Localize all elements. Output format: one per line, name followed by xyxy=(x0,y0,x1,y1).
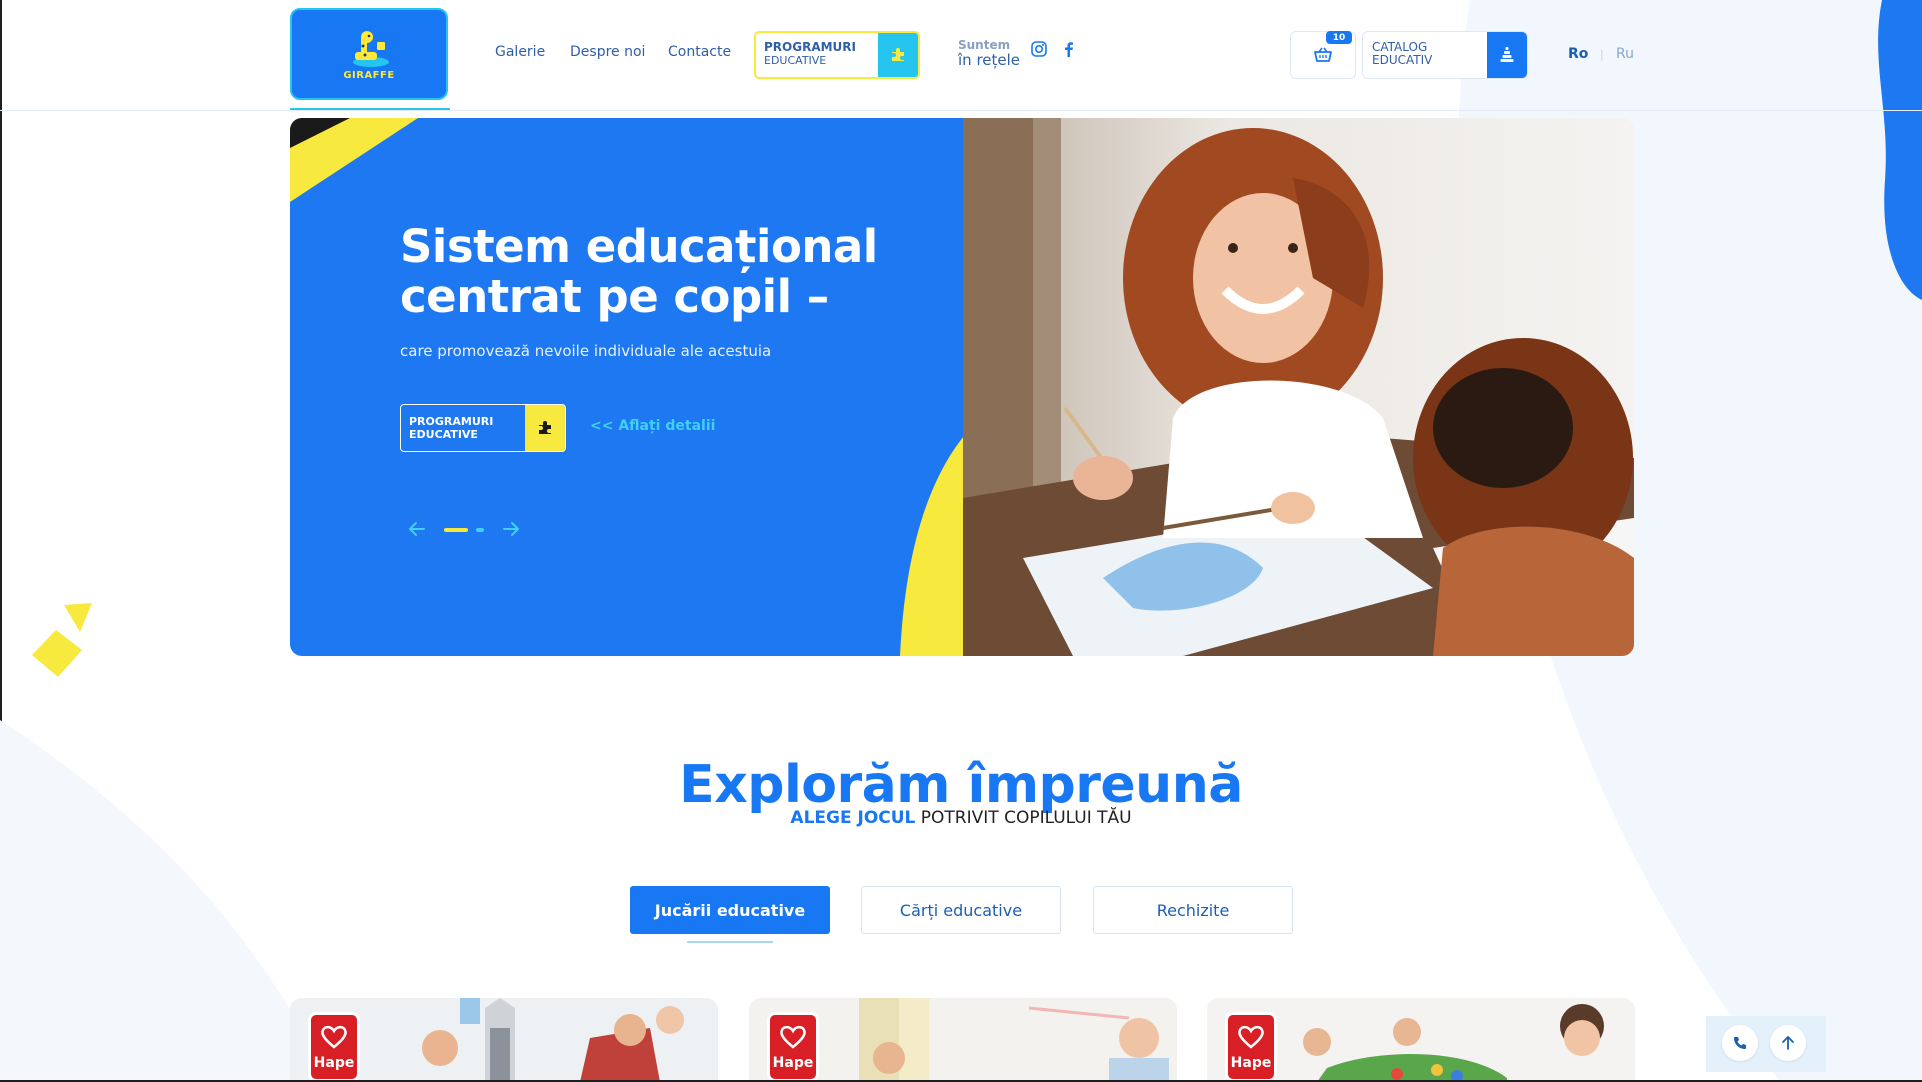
hero-details-link[interactable]: << Aflați detalii xyxy=(590,418,715,434)
arrow-up-icon[interactable] xyxy=(1770,1025,1806,1061)
hape-logo: Hape xyxy=(308,1012,360,1082)
explore-title: Explorăm împreună xyxy=(679,755,1243,816)
arrow-left-icon[interactable] xyxy=(406,518,428,540)
hero-button-line1: PROGRAMURI xyxy=(409,415,494,428)
programs-button-line1: PROGRAMURI xyxy=(764,40,857,54)
woman-painting-photo xyxy=(963,118,1634,656)
hero-title: Sistem educațional centrat pe copil – xyxy=(400,220,878,323)
catalog-button-line2: EDUCATIV xyxy=(1372,53,1433,67)
explore-subtitle: ALEGE JOCUL POTRIVIT COPILULUI TĂU xyxy=(0,808,1922,828)
heart-icon xyxy=(1238,1025,1264,1049)
explore-subtitle-rest: POTRIVIT COPILULUI TĂU xyxy=(915,808,1132,828)
active-tab-underline xyxy=(687,941,773,943)
window-frame-left xyxy=(0,0,2,1082)
facebook-icon[interactable] xyxy=(1060,40,1078,58)
puzzle-icon xyxy=(878,33,918,77)
site-logo[interactable]: GIRAFFE xyxy=(290,8,448,100)
slider-dot[interactable] xyxy=(476,528,484,532)
lang-ro[interactable]: Ro xyxy=(1568,46,1588,62)
social-label-line2: în rețele xyxy=(958,51,1021,69)
nav-item-galerie[interactable]: Galerie xyxy=(495,44,545,60)
slider-dot-active[interactable] xyxy=(444,528,468,532)
hape-logo-text: Hape xyxy=(313,1055,355,1071)
phone-icon[interactable] xyxy=(1722,1025,1758,1061)
instagram-icon[interactable] xyxy=(1030,40,1048,58)
programs-button-line2: EDUCATIVE xyxy=(764,54,827,67)
tab-rechizite[interactable]: Rechizite xyxy=(1093,886,1293,934)
tab-jucarii-educative[interactable]: Jucării educative xyxy=(630,886,830,934)
catalog-button[interactable]: CATALOG EDUCATIV xyxy=(1362,31,1528,79)
nav-item-contacte[interactable]: Contacte xyxy=(668,44,731,60)
product-card[interactable]: Hape xyxy=(290,998,718,1082)
cart-count-badge: 10 xyxy=(1326,31,1352,44)
heart-icon xyxy=(321,1025,347,1049)
hero-programs-button[interactable]: PROGRAMURI EDUCATIVE xyxy=(400,404,566,452)
hape-logo: Hape xyxy=(1225,1012,1277,1082)
hero-button-line2: EDUCATIVE xyxy=(409,428,478,441)
explore-subtitle-highlight: ALEGE JOCUL xyxy=(790,808,916,828)
pyramid-icon xyxy=(1487,32,1527,78)
arrow-right-icon[interactable] xyxy=(500,518,522,540)
hape-logo-text: Hape xyxy=(1230,1055,1272,1071)
lang-separator: | xyxy=(1600,48,1604,61)
nav-item-despre-noi[interactable]: Despre noi xyxy=(570,44,645,60)
heart-icon xyxy=(780,1025,806,1049)
lang-ru[interactable]: Ru xyxy=(1616,46,1634,62)
product-card[interactable]: Hape xyxy=(749,998,1177,1082)
hero-text-panel: Sistem educațional centrat pe copil – ca… xyxy=(290,118,964,656)
hero-slider: Sistem educațional centrat pe copil – ca… xyxy=(290,118,1634,656)
logo-brand-text: GIRAFFE xyxy=(343,69,395,81)
hape-logo: Hape xyxy=(767,1012,819,1082)
product-card[interactable]: Hape xyxy=(1207,998,1635,1082)
basket-icon xyxy=(1314,47,1332,62)
puzzle-icon xyxy=(525,405,565,451)
social-label: Suntem în rețele xyxy=(958,38,1020,68)
giraffe-logo-icon xyxy=(353,30,389,67)
hero-photo xyxy=(963,118,1634,656)
logo-underline xyxy=(290,108,450,110)
hape-logo-text: Hape xyxy=(772,1055,814,1071)
hero-decoration xyxy=(290,118,964,656)
hero-subtitle: care promovează nevoile individuale ale … xyxy=(400,342,772,360)
site-header: GIRAFFE Galerie Despre noi Contacte PROG… xyxy=(0,0,1922,111)
tab-carti-educative[interactable]: Cărți educative xyxy=(861,886,1061,934)
programs-button[interactable]: PROGRAMURI EDUCATIVE xyxy=(754,31,920,79)
